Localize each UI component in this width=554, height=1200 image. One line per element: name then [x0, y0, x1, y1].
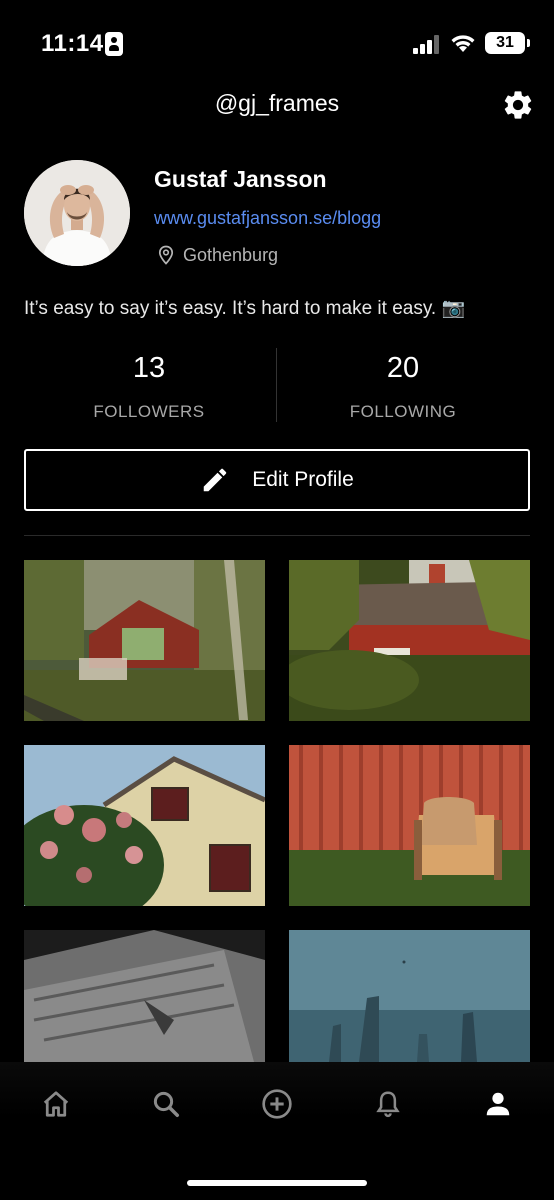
followers-count: 13 [132, 352, 166, 384]
home-icon [43, 1091, 69, 1117]
nav-home[interactable] [36, 1084, 76, 1124]
nav-search[interactable] [146, 1084, 186, 1124]
followers-stat[interactable]: 13 FOLLOWERS [24, 352, 274, 422]
home-indicator [187, 1180, 367, 1186]
photo-thumbnail[interactable] [289, 560, 530, 721]
profile-name: Gustaf Jansson [154, 166, 327, 192]
id-card-icon [105, 32, 123, 56]
nav-add[interactable] [257, 1084, 297, 1124]
gear-icon[interactable] [501, 88, 535, 122]
pencil-icon [203, 468, 227, 492]
status-bar: 11:14 31 [0, 0, 554, 90]
photo-thumbnail[interactable] [24, 560, 265, 721]
add-icon [262, 1089, 292, 1119]
section-divider [24, 535, 530, 536]
photo-thumbnail[interactable] [289, 745, 530, 906]
photo-thumbnail[interactable] [24, 745, 265, 906]
edit-profile-label: Edit Profile [252, 468, 354, 491]
location-label: Gothenburg [183, 245, 279, 265]
profile-bio: It’s easy to say it’s easy. It’s hard to… [24, 298, 466, 319]
nav-notifications[interactable] [368, 1084, 408, 1124]
battery-indicator: 31 [485, 32, 530, 54]
website-link[interactable]: www.gustafjansson.se/blogg [154, 208, 381, 229]
stats-divider [276, 348, 277, 422]
following-label: FOLLOWING [349, 402, 457, 421]
nav-profile[interactable] [478, 1084, 518, 1124]
following-stat[interactable]: 20 FOLLOWING [278, 352, 528, 422]
status-time: 11:14 [41, 30, 104, 57]
following-count: 20 [386, 352, 420, 384]
bell-icon [376, 1091, 400, 1118]
profile-icon [486, 1092, 510, 1116]
header: @gj_frames [0, 80, 554, 130]
location-pin-icon [158, 245, 174, 265]
cellular-signal-icon [413, 34, 441, 54]
avatar[interactable] [24, 160, 130, 266]
search-icon [153, 1091, 179, 1117]
edit-profile-button[interactable]: Edit Profile [24, 449, 530, 511]
wifi-icon [451, 35, 475, 52]
username-title: @gj_frames [214, 90, 340, 116]
followers-label: FOLLOWERS [93, 402, 205, 421]
